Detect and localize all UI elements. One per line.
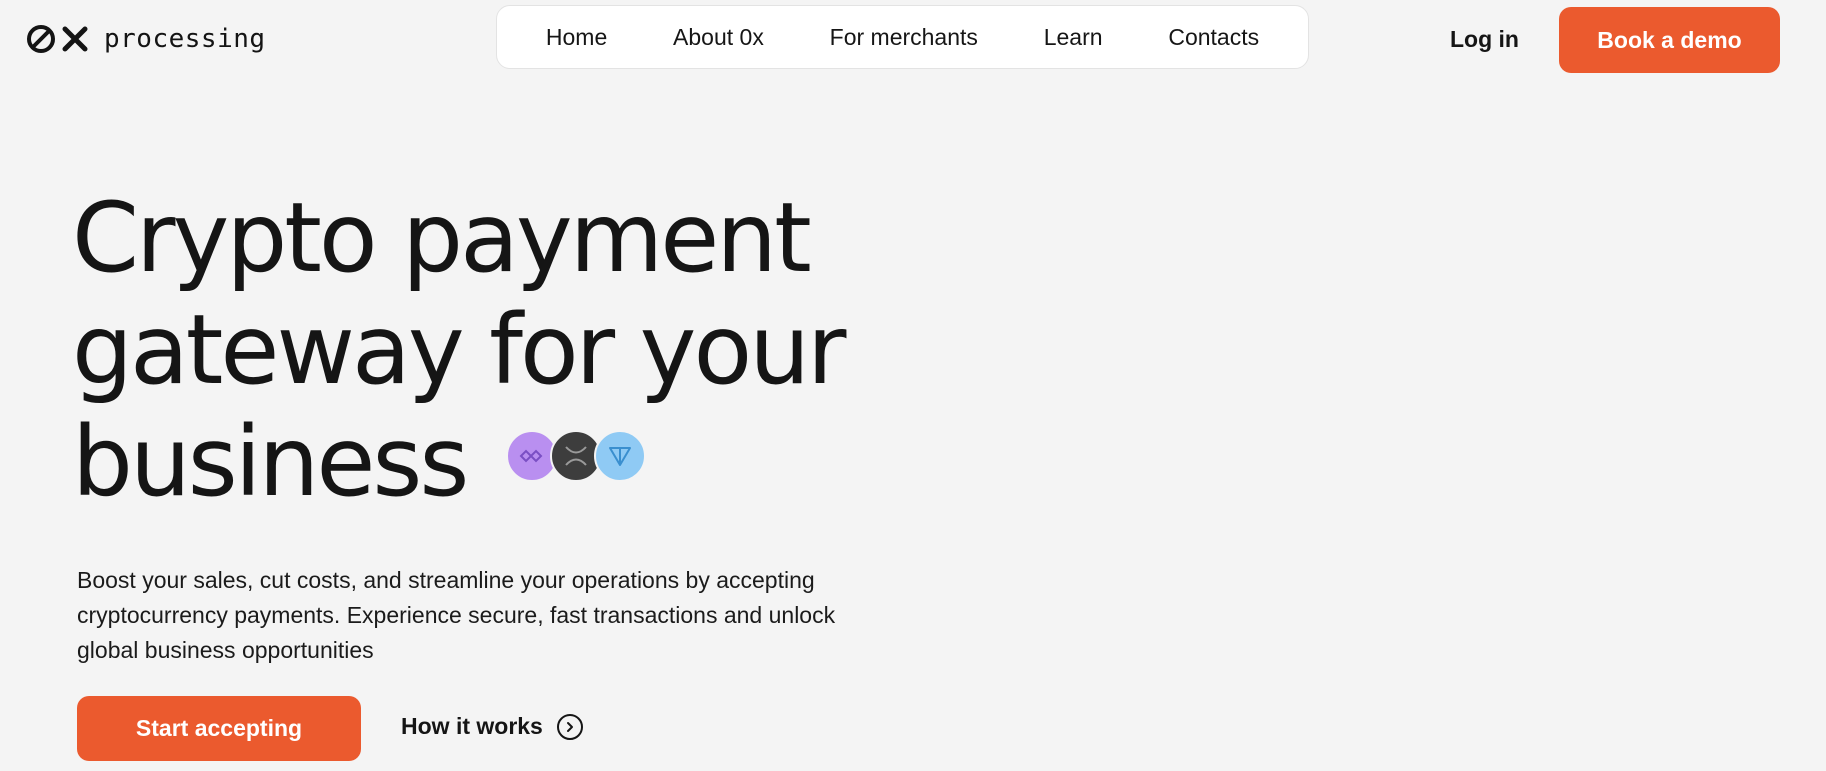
nav-item-contacts[interactable]: Contacts xyxy=(1158,18,1269,57)
zero-slash-icon xyxy=(27,25,55,53)
ton-icon xyxy=(594,430,646,482)
nav-item-merchants[interactable]: For merchants xyxy=(820,18,988,57)
how-it-works-link[interactable]: How it works xyxy=(401,713,583,740)
nav-item-about[interactable]: About 0x xyxy=(663,18,774,57)
logo-mark xyxy=(26,24,90,54)
nav-item-learn[interactable]: Learn xyxy=(1034,18,1113,57)
landing-page: processing Home About 0x For merchants L… xyxy=(0,0,1826,771)
hero-description: Boost your sales, cut costs, and streaml… xyxy=(77,567,836,663)
main-nav: Home About 0x For merchants Learn Contac… xyxy=(496,5,1309,69)
nav-item-home[interactable]: Home xyxy=(536,18,617,57)
hero-title-line: gateway for your xyxy=(72,294,847,406)
hero-title-line: Crypto payment xyxy=(72,182,812,294)
book-demo-button[interactable]: Book a demo xyxy=(1559,7,1780,73)
how-it-works-label: How it works xyxy=(401,713,543,739)
chevron-right-circle-icon xyxy=(556,713,583,740)
x-icon xyxy=(62,26,88,52)
brand-name: processing xyxy=(104,24,266,54)
start-accepting-button[interactable]: Start accepting xyxy=(77,696,361,761)
brand-logo[interactable]: processing xyxy=(26,24,266,54)
login-link[interactable]: Log in xyxy=(1450,26,1519,53)
coin-icons xyxy=(506,430,646,482)
